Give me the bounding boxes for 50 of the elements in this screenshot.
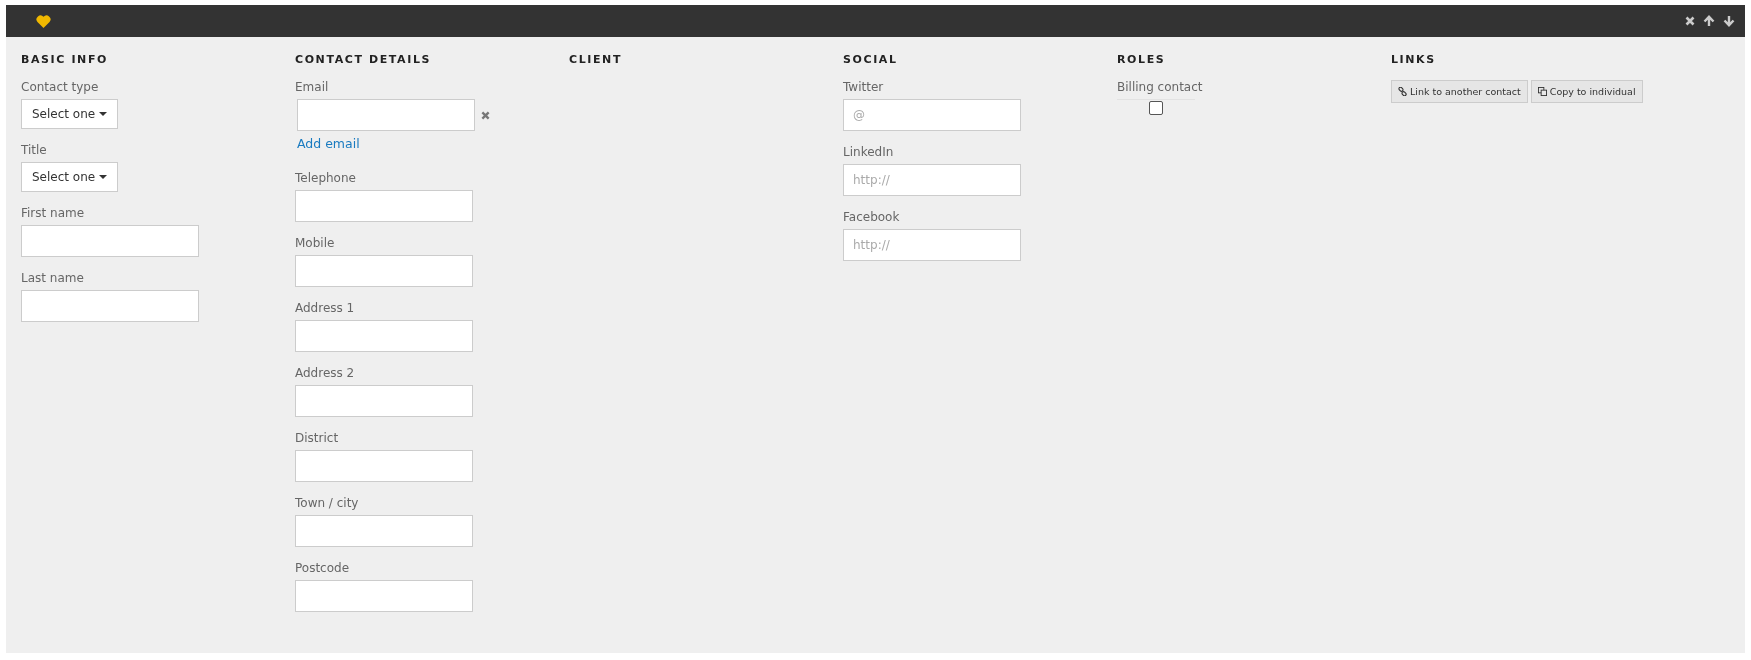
select-dropdown[interactable]: Select one: [21, 162, 119, 192]
section-heading: SOCIAL: [843, 53, 899, 66]
field-label: Billing contact: [1117, 80, 1203, 94]
field-label: District: [295, 431, 339, 445]
section-heading: BASIC INFO: [21, 53, 109, 66]
section-heading: ROLES: [1117, 53, 1167, 66]
field-label: Postcode: [295, 561, 350, 575]
add-email-link[interactable]: Add email: [297, 136, 360, 151]
field-label: Email: [295, 80, 329, 94]
section-heading: CONTACT DETAILS: [295, 53, 433, 66]
caret-icon: [99, 112, 108, 116]
copy-icon: [1537, 87, 1547, 96]
field-label: Address 1: [295, 301, 355, 315]
field-label: Town / city: [295, 496, 359, 510]
copy-button[interactable]: Copy to individual: [1530, 80, 1643, 103]
field-label: Mobile: [295, 236, 335, 250]
input-field[interactable]: [295, 580, 473, 612]
input-field[interactable]: http://: [843, 229, 1021, 261]
input-field[interactable]: @: [843, 99, 1021, 131]
input-field[interactable]: [295, 515, 473, 547]
input-field[interactable]: [295, 190, 473, 222]
caret-icon: [99, 175, 108, 179]
field-label: Facebook: [843, 210, 900, 224]
close-icon[interactable]: [1685, 16, 1695, 26]
input-field[interactable]: [295, 385, 473, 417]
section-heading: LINKS: [1391, 53, 1437, 66]
input-field[interactable]: [295, 320, 473, 352]
field-label: Last name: [21, 271, 84, 285]
input-field[interactable]: [295, 255, 473, 287]
input-field[interactable]: [21, 290, 199, 322]
input-field[interactable]: http://: [843, 164, 1021, 196]
field-label: First name: [21, 206, 85, 220]
heart-icon: [36, 14, 51, 28]
field-label: Telephone: [295, 171, 356, 185]
input-field[interactable]: [295, 450, 473, 482]
down-arrow-icon[interactable]: [1723, 15, 1735, 27]
input-field[interactable]: [21, 225, 199, 257]
input-field[interactable]: [297, 99, 475, 131]
field-label: Twitter: [843, 80, 884, 94]
up-arrow-icon[interactable]: [1703, 15, 1715, 27]
remove-icon[interactable]: [481, 110, 490, 120]
select-dropdown[interactable]: Select one: [21, 99, 119, 129]
field-label: Contact type: [21, 80, 99, 94]
link-contact-button[interactable]: Link to another contact: [1391, 80, 1528, 103]
field-label: LinkedIn: [843, 145, 894, 159]
link-icon: [1398, 87, 1407, 96]
checkbox[interactable]: [1149, 101, 1163, 115]
field-label: Address 2: [295, 366, 355, 380]
section-heading: CLIENT: [569, 53, 623, 66]
field-label: Title: [21, 143, 47, 157]
